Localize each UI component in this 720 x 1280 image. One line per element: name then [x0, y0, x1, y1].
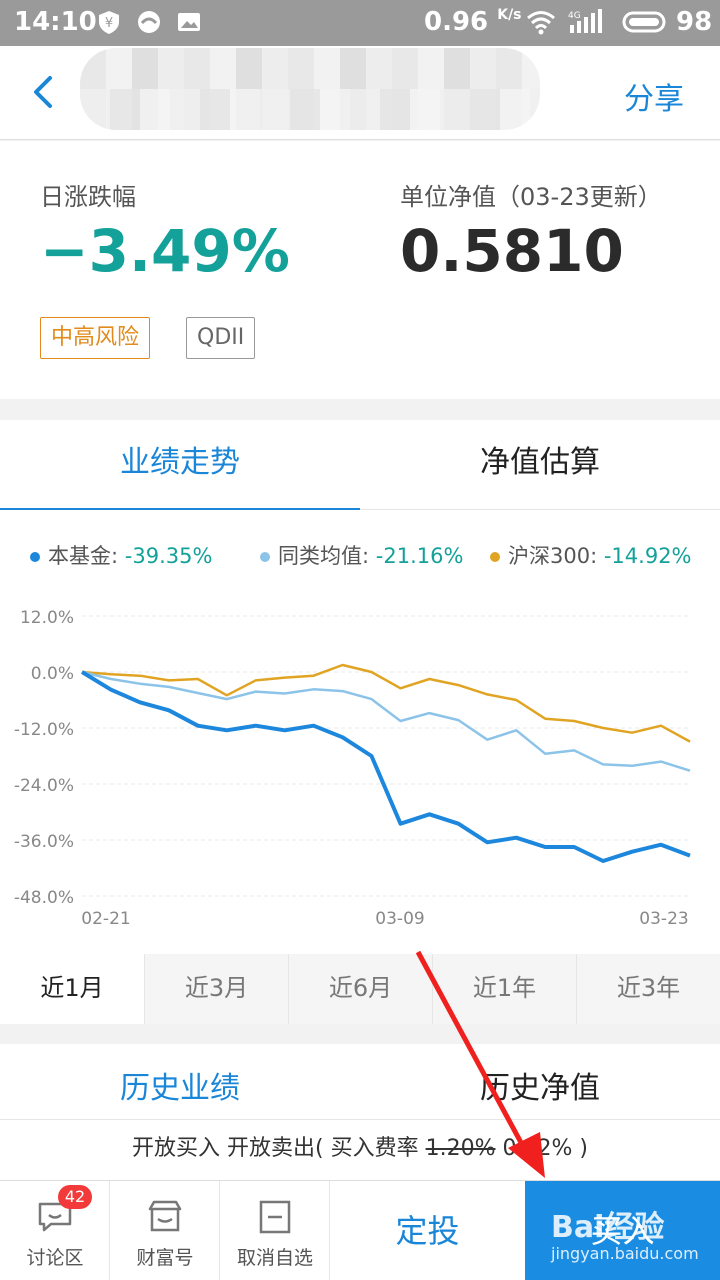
legend-index-value: -14.92%	[603, 544, 692, 568]
fortune-label: 财富号	[136, 1247, 194, 1269]
period-3m[interactable]: 近3月	[144, 954, 288, 1024]
discuss-button[interactable]: 42 讨论区	[0, 1181, 110, 1280]
y-tick-label: -36.0%	[14, 832, 74, 852]
chart-plot: 12.0% 0.0% -12.0% -24.0% -36.0% -48.0% 02-21 03…	[14, 608, 691, 929]
fund-type-tag: QDII	[186, 317, 256, 359]
x-tick-label: 02-21	[81, 909, 130, 929]
battery-icon	[622, 11, 666, 33]
y-tick-label: -12.0%	[14, 720, 74, 740]
legend-index-name: 沪深300	[508, 544, 591, 568]
unwatch-label: 取消自选	[236, 1247, 313, 1269]
network-type: 4G	[568, 11, 581, 21]
series-line-0	[80, 670, 691, 863]
wifi-icon	[527, 11, 555, 35]
period-selector: 近1月 近3月 近6月 近1年 近3年	[0, 954, 720, 1024]
y-tick-label: -48.0%	[14, 888, 74, 908]
legend-item-index: 沪深300: -14.92%	[490, 540, 692, 570]
share-button[interactable]: 分享	[624, 74, 684, 118]
image-icon	[178, 13, 200, 31]
legend-item-fund: 本基金: -39.35%	[30, 540, 212, 570]
tab-nav-estimate[interactable]: 净值估算	[360, 420, 720, 510]
remove-watchlist-icon	[259, 1200, 291, 1234]
daily-change-label: 日涨跌幅	[40, 183, 136, 211]
nav-bar: 分享	[0, 46, 720, 140]
y-tick-label: 12.0%	[20, 608, 74, 628]
buy-button[interactable]: 买入	[525, 1181, 720, 1280]
storefront-icon	[148, 1200, 182, 1232]
history-tabs: 历史业绩 历史净值	[0, 1044, 720, 1120]
svg-text:¥: ¥	[105, 16, 113, 31]
page-title-blurred	[80, 48, 540, 130]
x-tick-label: 03-09	[375, 909, 424, 929]
app-notification-icon	[138, 11, 160, 33]
bottom-action-bar: 42 讨论区 财富号 取消自选 定投 买入	[0, 1180, 720, 1280]
legend-item-peer: 同类均值: -21.16%	[260, 540, 463, 570]
legend-fund-name: 本基金	[48, 544, 111, 568]
fund-summary: 日涨跌幅 −3.49% 单位净值（03-23更新） 0.5810 中高风险 QD…	[0, 141, 720, 399]
period-6m[interactable]: 近6月	[288, 954, 432, 1024]
period-3y[interactable]: 近3年	[576, 954, 720, 1024]
auto-invest-button[interactable]: 定投	[330, 1181, 525, 1280]
new-fee-rate: 0.12% )	[495, 1136, 588, 1161]
y-tick-label: -24.0%	[14, 776, 74, 796]
legend-fund-value: -39.35%	[124, 544, 213, 568]
tab-history-performance[interactable]: 历史业绩	[0, 1044, 360, 1120]
old-fee-rate: 1.20%	[425, 1136, 496, 1161]
nav-label: 单位净值（03-23更新）	[400, 183, 662, 211]
back-arrow-icon[interactable]	[24, 72, 64, 112]
legend-peer-name: 同类均值	[278, 544, 362, 568]
y-tick-label: 0.0%	[31, 664, 74, 684]
signal-icon: 4G	[568, 9, 602, 33]
unwatch-button[interactable]: 取消自选	[220, 1181, 330, 1280]
status-bar: 14:10 ¥ 0.96 K/s 4G 98	[0, 0, 720, 46]
fortune-button[interactable]: 财富号	[110, 1181, 220, 1280]
legend-dot-icon	[30, 552, 40, 562]
legend-peer-value: -21.16%	[375, 544, 464, 568]
discuss-badge: 42	[58, 1185, 92, 1209]
status-time: 14:10	[14, 7, 97, 37]
network-speed: 0.96 K/s	[424, 7, 522, 37]
risk-tag: 中高风险	[40, 317, 151, 359]
shield-icon: ¥	[99, 11, 119, 34]
trade-status-notice: 开放买入 开放卖出( 买入费率 1.20% 0.12% )	[0, 1120, 720, 1180]
series-line-1	[81, 670, 691, 772]
period-1y[interactable]: 近1年	[432, 954, 576, 1024]
nav-value: 0.5810	[400, 217, 624, 285]
daily-change-value: −3.49%	[40, 217, 290, 285]
notice-prefix: 开放买入 开放卖出( 买入费率	[132, 1136, 426, 1161]
performance-chart: 本基金: -39.35% 同类均值: -21.16% 沪深300: -14.92…	[0, 510, 720, 954]
tab-performance[interactable]: 业绩走势	[0, 420, 360, 511]
period-1m[interactable]: 近1月	[0, 954, 144, 1024]
series-line-2	[81, 663, 691, 743]
legend-dot-icon	[490, 552, 500, 562]
chart-tabs: 业绩走势 净值估算	[0, 420, 720, 511]
x-tick-label: 03-23	[639, 909, 688, 929]
discuss-label: 讨论区	[26, 1247, 84, 1269]
tab-history-nav[interactable]: 历史净值	[360, 1044, 720, 1120]
battery-percent: 98	[676, 7, 713, 37]
legend-dot-icon	[260, 552, 270, 562]
